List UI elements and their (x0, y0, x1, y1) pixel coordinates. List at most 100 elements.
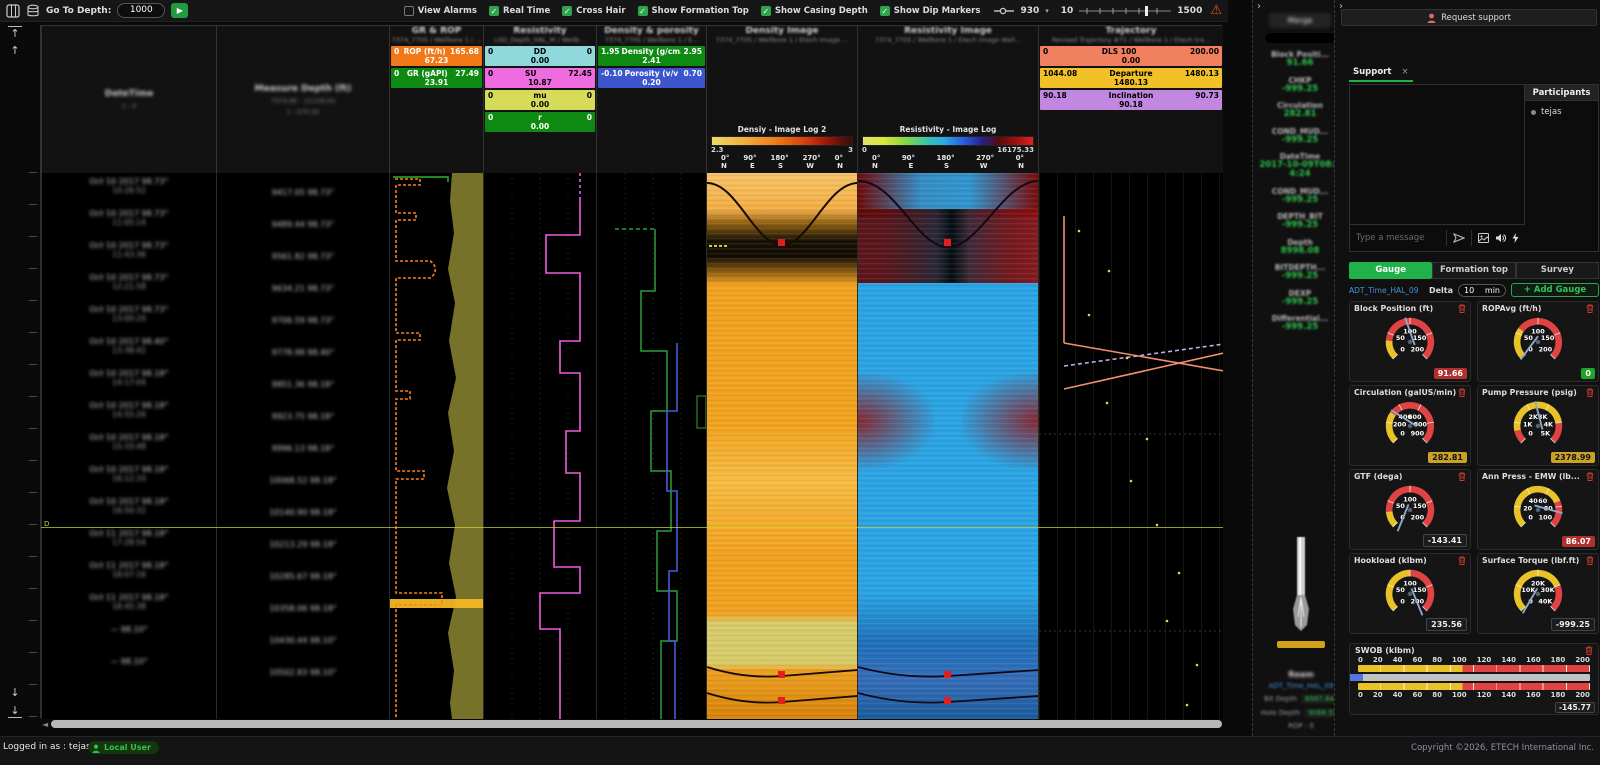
gauge-sensor[interactable]: ADT_Time_HAL_09 (1349, 286, 1424, 295)
checkbox-icon[interactable]: ✓ (880, 6, 890, 16)
curve-legend[interactable]: 90.18Inclination90.73 90.18 (1040, 90, 1222, 110)
chevron-down-icon[interactable]: ▾ (1045, 7, 1049, 15)
crosshair-label: D (44, 520, 49, 528)
curve-legend[interactable]: -0.10Porosity (v/v dec..0.70 0.20 (598, 68, 705, 88)
readout-item[interactable]: DateTime2017-10-09T08:34:24 (1253, 152, 1347, 179)
delta-value[interactable]: 10 (1464, 286, 1474, 295)
track-header-resistivity[interactable]: Resistivity LSD_Depth_HAL_M / Wellb... 0… (483, 26, 596, 173)
slider-icon[interactable] (994, 6, 1014, 16)
checkbox-cross-hair[interactable]: ✓ Cross Hair (562, 6, 625, 16)
tab-support[interactable]: Support × (1349, 63, 1413, 82)
close-icon[interactable]: × (1401, 67, 1408, 77)
chat-messages[interactable] (1350, 85, 1525, 224)
curve-legend[interactable]: 0SU72.45 10.87 (485, 68, 595, 88)
gauge-value: -143.41 (1423, 534, 1467, 547)
track-body-density-porosity (596, 173, 706, 719)
checkbox-show-formation-top[interactable]: ✓ Show Formation Top (638, 6, 749, 16)
depth-scale-slider[interactable] (1079, 5, 1171, 17)
curve-legend[interactable]: 0mu0 0.00 (485, 90, 595, 110)
readout-item[interactable]: COND_MUD...-999.25 (1253, 127, 1347, 145)
audio-icon[interactable] (1495, 233, 1506, 243)
tab-gauge[interactable]: Gauge (1349, 262, 1432, 279)
readout-item[interactable]: COND_MUD...-999.25 (1253, 187, 1347, 205)
participant-item[interactable]: tejas (1525, 101, 1598, 117)
curve-legend[interactable]: 0DLS 100200.00 0.00 (1040, 46, 1222, 66)
track-header-depth[interactable]: Measure Depth (ft) 7374.95 - 11159.50 1 … (216, 26, 389, 173)
jump-to-bottom-icon[interactable]: ↓ (8, 704, 22, 718)
bolt-icon[interactable] (1512, 233, 1519, 243)
participants-panel: Participants tejas (1525, 85, 1598, 251)
scrollbar-thumb[interactable] (51, 720, 1222, 728)
checkbox-view-alarms[interactable]: View Alarms (404, 6, 477, 16)
checkbox-icon[interactable]: ✓ (638, 6, 648, 16)
checkbox-icon[interactable]: ✓ (761, 6, 771, 16)
left-rail: ↑ ↑ ↓ ↓ (0, 22, 28, 734)
dip-marker[interactable] (778, 239, 785, 246)
readout-item[interactable]: CHKP-999.25 (1253, 76, 1347, 94)
readout-item[interactable]: DEPTH_BIT-999.25 (1253, 212, 1347, 230)
track-header-resistivity-image[interactable]: Resistivity Image 7374_7705 / Wellbore 1… (857, 26, 1038, 173)
delete-gauge-icon[interactable] (1458, 388, 1466, 397)
readout-item[interactable]: Depth8998.08 (1253, 238, 1347, 256)
delete-gauge-icon[interactable] (1586, 388, 1594, 397)
delete-gauge-icon[interactable] (1585, 646, 1593, 655)
add-gauge-button[interactable]: + Add Gauge (1511, 283, 1599, 297)
checkbox-real-time[interactable]: ✓ Real Time (489, 6, 550, 16)
checkbox-show-casing-depth[interactable]: ✓ Show Casing Depth (761, 6, 868, 16)
depth-row: 10140.90 98.18° (217, 497, 389, 529)
dip-marker[interactable] (778, 697, 785, 704)
request-support-button[interactable]: Request support (1341, 9, 1597, 26)
go-to-depth-input[interactable]: 1000 (117, 3, 165, 18)
readout-item[interactable]: Block Positi...91.66 (1253, 50, 1347, 68)
curve-legend[interactable]: 1044.08Departure1480.13 1480.13 (1040, 68, 1222, 88)
checkbox-show-dip-markers[interactable]: ✓ Show Dip Markers (880, 6, 981, 16)
delete-gauge-icon[interactable] (1458, 556, 1466, 565)
warning-icon[interactable]: ⚠ (1210, 3, 1222, 18)
panel-columns-icon[interactable] (6, 4, 20, 18)
send-icon[interactable] (1453, 233, 1465, 243)
tab-survey[interactable]: Survey (1516, 262, 1599, 279)
checkbox-icon[interactable]: ✓ (562, 6, 572, 16)
delete-gauge-icon[interactable] (1586, 472, 1594, 481)
readout-item[interactable]: Circulation282.81 (1253, 101, 1347, 119)
scroll-left-icon[interactable]: ◄ (42, 720, 48, 729)
scroll-down-icon[interactable]: ↓ (8, 686, 22, 699)
delete-gauge-icon[interactable] (1586, 304, 1594, 313)
scroll-up-icon[interactable]: ↑ (8, 44, 22, 57)
track-header-density-image[interactable]: Density Image 7374_7705 / Wellbore 1 / E… (706, 26, 857, 173)
curve-legend[interactable]: 0GR (gAPI)27.49 23.91 (391, 68, 482, 88)
track-header-gr-rop[interactable]: GR & ROP 7374_7705 / Wellbore 1 / ... 0R… (389, 26, 483, 173)
tab-formation-top[interactable]: Formation top (1432, 262, 1515, 279)
curve-legend[interactable]: 0DD0 0.00 (485, 46, 595, 66)
curve-legend[interactable]: 0ROP (ft/h)165.68 67.23 (391, 46, 482, 66)
curve-legend[interactable]: 0r0 0.00 (485, 112, 595, 132)
go-button[interactable]: ▶ (171, 3, 188, 18)
delta-input[interactable]: 10 min (1458, 284, 1506, 297)
dip-marker[interactable] (944, 671, 951, 678)
track-header-trajectory[interactable]: Trajectory Revised Trajectory #71 / Well… (1038, 26, 1223, 173)
collapse-readouts-icon[interactable]: › (1257, 1, 1261, 12)
curve-legend[interactable]: 1.95Density (g/cm3)2.95 2.41 (598, 46, 705, 66)
readout-item[interactable]: BITDEPTH...-999.25 (1253, 263, 1347, 281)
track-header-density-porosity[interactable]: Density & porosity 7374_7705 / Wellbore … (596, 26, 706, 173)
jump-to-top-icon[interactable]: ↑ (8, 26, 22, 40)
dip-marker[interactable] (944, 239, 951, 246)
horizontal-scrollbar[interactable]: ◄ (42, 719, 1222, 729)
dip-marker[interactable] (944, 697, 951, 704)
svg-text:200: 200 (1393, 420, 1407, 428)
checkbox-icon[interactable]: ✓ (489, 6, 499, 16)
readout-item[interactable]: DEXP-999.25 (1253, 289, 1347, 307)
delete-gauge-icon[interactable] (1458, 472, 1466, 481)
delete-gauge-icon[interactable] (1586, 556, 1594, 565)
message-input[interactable]: Type a message (1356, 233, 1440, 243)
database-icon[interactable] (26, 4, 40, 18)
dip-marker[interactable] (778, 671, 785, 678)
zoom-value[interactable]: 930 (1020, 6, 1039, 16)
screenshot-icon[interactable] (1478, 233, 1489, 243)
merge-button[interactable]: Merge (1269, 13, 1331, 28)
readout-item[interactable]: Differential...-999.25 (1253, 314, 1347, 332)
go-to-depth-label: Go To Depth: (46, 6, 111, 16)
delete-gauge-icon[interactable] (1458, 304, 1466, 313)
track-header-datetime[interactable]: DateTime 1 : 0 (41, 26, 216, 173)
checkbox-icon[interactable] (404, 6, 414, 16)
